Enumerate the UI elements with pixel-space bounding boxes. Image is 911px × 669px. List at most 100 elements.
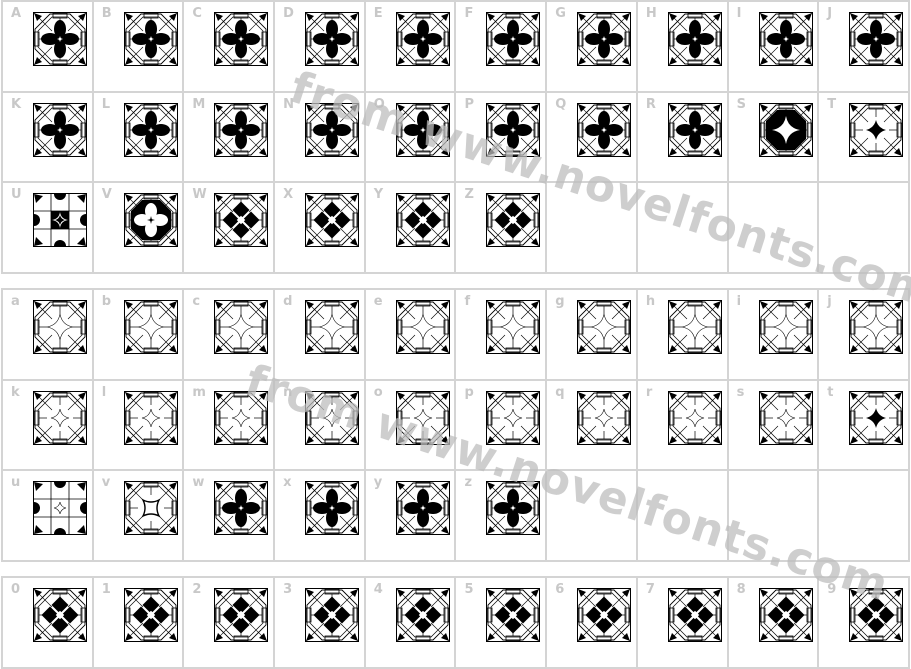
- glyph-char-label: f: [464, 294, 471, 309]
- glyph-cell: w: [184, 471, 276, 562]
- glyph-char-label: n: [283, 384, 293, 400]
- glyph-char-label: F: [464, 6, 474, 21]
- glyph-char-label: O: [373, 96, 385, 112]
- glyph-char-label: x: [283, 475, 292, 490]
- ornamental-tile-glyph-icon: [123, 588, 178, 642]
- ornamental-tile-glyph-icon: [305, 390, 360, 445]
- glyph-char-label: 9: [827, 582, 837, 597]
- glyph-char-label: X: [283, 187, 294, 202]
- glyph-char-label: m: [192, 384, 206, 400]
- glyph-char-label: H: [645, 6, 657, 21]
- glyph-cell: z: [456, 471, 548, 562]
- glyph-cell: x: [275, 471, 366, 562]
- glyph-cell: I: [728, 2, 820, 93]
- glyph-cell: 7: [637, 578, 729, 669]
- ornamental-tile-glyph-icon: [577, 300, 632, 354]
- glyph-char-label: a: [11, 294, 20, 309]
- ornamental-tile-glyph-icon: [305, 300, 360, 354]
- glyph-cell: S: [728, 92, 820, 183]
- glyph-cell: s: [728, 380, 820, 471]
- ornamental-tile-glyph-icon: [395, 481, 450, 535]
- glyph-cell: P: [456, 92, 548, 183]
- ornamental-tile-glyph-icon: [123, 193, 178, 247]
- ornamental-tile-glyph-icon: [577, 390, 632, 445]
- ornamental-tile-glyph-icon: [577, 102, 632, 157]
- glyph-cell: V: [93, 183, 185, 274]
- ornamental-tile-glyph-icon: [667, 102, 722, 157]
- ornamental-tile-glyph-icon: [395, 102, 450, 157]
- glyph-cell: l: [93, 380, 185, 471]
- glyph-char-label: y: [373, 475, 383, 490]
- glyph-cell: R: [637, 92, 729, 183]
- glyph-cell: X: [275, 183, 366, 274]
- ornamental-tile-glyph-icon: [486, 12, 541, 66]
- glyph-cell: g: [547, 290, 638, 381]
- glyph-char-label: u: [11, 475, 21, 490]
- glyph-char-label: s: [736, 384, 745, 400]
- empty-glyph-cell: [819, 471, 910, 562]
- glyph-char-label: T: [827, 96, 837, 112]
- ornamental-tile-glyph-icon: [667, 12, 722, 66]
- glyph-cell: 9: [819, 578, 910, 669]
- glyph-char-label: U: [11, 187, 22, 202]
- glyph-cell: B: [93, 2, 185, 93]
- ornamental-tile-glyph-icon: [33, 588, 87, 642]
- glyph-cell: L: [93, 92, 185, 183]
- glyph-cell: Z: [456, 183, 548, 274]
- glyph-char-label: 0: [11, 582, 21, 597]
- glyph-char-label: V: [101, 187, 112, 202]
- glyph-char-label: l: [101, 384, 107, 400]
- glyph-char-label: Q: [555, 96, 567, 112]
- glyph-char-label: C: [192, 6, 202, 21]
- ornamental-tile-glyph-icon: [758, 12, 813, 66]
- ornamental-tile-glyph-icon: [849, 390, 904, 445]
- ornamental-tile-glyph-icon: [305, 102, 360, 157]
- ornamental-tile-glyph-icon: [758, 102, 813, 157]
- glyph-char-label: Y: [373, 187, 384, 202]
- glyph-char-label: o: [373, 384, 383, 400]
- glyph-cell: J: [819, 2, 910, 93]
- digit-glyph-grid: 0 1 2 3 4 5 6 7 8 9: [1, 576, 910, 669]
- glyph-cell: 2: [184, 578, 276, 669]
- glyph-cell: c: [184, 290, 276, 381]
- glyph-cell: F: [456, 2, 548, 93]
- glyph-char-label: D: [283, 6, 294, 21]
- glyph-cell: 6: [547, 578, 638, 669]
- ornamental-tile-glyph-icon: [33, 193, 87, 247]
- ornamental-tile-glyph-icon: [395, 300, 450, 354]
- glyph-char-label: A: [11, 6, 22, 21]
- glyph-cell: D: [275, 2, 366, 93]
- glyph-cell: e: [365, 290, 457, 381]
- glyph-char-label: R: [645, 96, 656, 112]
- ornamental-tile-glyph-icon: [33, 390, 87, 445]
- empty-glyph-cell: [547, 471, 638, 562]
- glyph-char-label: P: [464, 96, 475, 112]
- ornamental-tile-glyph-icon: [305, 481, 360, 535]
- ornamental-tile-glyph-icon: [305, 588, 360, 642]
- glyph-char-label: L: [101, 96, 110, 112]
- ornamental-tile-glyph-icon: [305, 193, 360, 247]
- ornamental-tile-glyph-icon: [214, 12, 269, 66]
- glyph-cell: K: [3, 92, 94, 183]
- glyph-cell: 0: [3, 578, 94, 669]
- glyph-cell: W: [184, 183, 276, 274]
- glyph-char-label: w: [192, 475, 205, 490]
- glyph-char-label: c: [192, 294, 201, 309]
- ornamental-tile-glyph-icon: [214, 300, 269, 354]
- glyph-char-label: e: [373, 294, 383, 309]
- glyph-cell: v: [93, 471, 185, 562]
- glyph-cell: 5: [456, 578, 548, 669]
- lowercase-glyph-grid: a b c d e f g h i j k l m n o p q r s t …: [1, 288, 910, 562]
- glyph-char-label: B: [101, 6, 112, 21]
- ornamental-tile-glyph-icon: [33, 102, 87, 157]
- glyph-cell: r: [637, 380, 729, 471]
- ornamental-tile-glyph-icon: [486, 481, 541, 535]
- ornamental-tile-glyph-icon: [33, 481, 87, 535]
- glyph-char-label: q: [555, 384, 565, 400]
- glyph-cell: n: [275, 380, 366, 471]
- ornamental-tile-glyph-icon: [667, 390, 722, 445]
- glyph-cell: A: [3, 2, 94, 93]
- glyph-cell: H: [637, 2, 729, 93]
- glyph-char-label: g: [555, 294, 565, 309]
- empty-glyph-cell: [547, 183, 638, 274]
